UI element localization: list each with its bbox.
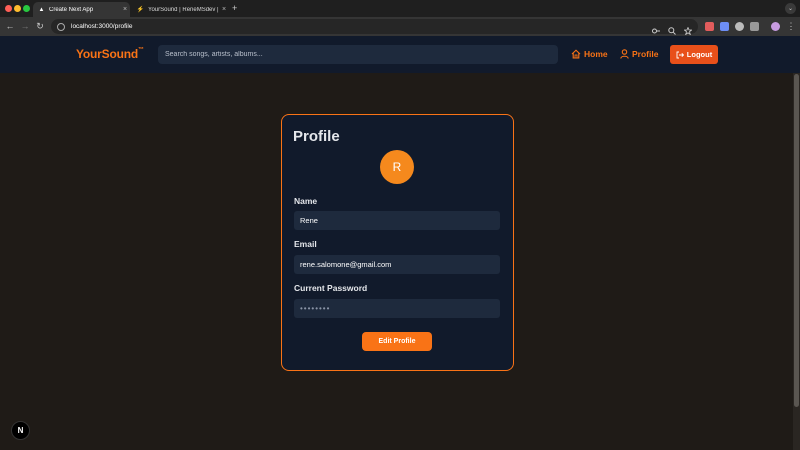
bookmark-star-icon[interactable] [683,22,693,36]
browser-tab[interactable]: ⚡ YourSound | ReneMSdev | Su... × [132,2,229,17]
nav-home-link[interactable]: Home [571,49,608,59]
search-input[interactable] [158,45,558,64]
logout-label: Logout [686,50,713,59]
vercel-icon: ⚡ [136,7,145,13]
logo-text: YourSound [76,47,138,61]
tab-title: YourSound | ReneMSdev | Su... [148,6,219,13]
home-icon [571,49,581,59]
app-logo[interactable]: YourSound™ [76,47,144,61]
nav-home-label: Home [584,49,608,59]
browser-tab-active[interactable]: ▲ Create Next App × [33,2,130,17]
zoom-icon[interactable] [668,22,676,35]
logo-trademark: ™ [137,47,144,53]
extensions-puzzle-icon[interactable] [750,22,759,31]
logout-icon [676,51,684,58]
browser-menu-icon[interactable]: ⋮ [785,20,797,32]
reload-icon[interactable]: ↻ [34,20,46,32]
site-info-icon[interactable] [57,22,65,31]
name-label: Name [294,196,318,206]
close-window-button[interactable] [5,5,12,12]
password-key-icon[interactable] [652,22,660,34]
browser-tab-bar: ▲ Create Next App × ⚡ YourSound | ReneMS… [0,0,800,17]
extension-icon[interactable] [735,22,744,31]
next-dev-tools-icon[interactable]: N [11,421,30,440]
extension-icon[interactable] [705,22,714,31]
next-triangle-icon: ▲ [38,6,45,13]
avatar: R [380,150,414,184]
minimize-window-button[interactable] [14,5,21,12]
close-tab-icon[interactable]: × [219,6,229,13]
nav-profile-label: Profile [632,49,659,59]
user-icon [620,49,629,59]
edit-profile-button[interactable]: Edit Profile [362,332,432,351]
back-arrow-icon[interactable]: ← [4,20,16,32]
email-label: Email [294,239,317,249]
forward-arrow-icon[interactable]: → [19,20,31,32]
tab-search-button[interactable]: ⌄ [785,3,796,14]
profile-avatar-icon[interactable] [771,22,780,31]
new-tab-button[interactable]: + [232,3,237,13]
name-field[interactable]: Rene [294,211,500,230]
extension-icon[interactable] [720,22,729,31]
scrollbar-thumb[interactable] [794,74,799,407]
browser-toolbar: ← → ↻ localhost:3000/profile ⋮ [0,17,800,36]
close-tab-icon[interactable]: × [120,6,130,13]
logout-button[interactable]: Logout [670,45,718,64]
url-text: localhost:3000/profile [71,23,133,30]
password-field[interactable]: •••••••• [294,299,500,318]
email-field[interactable]: rene.salomone@gmail.com [294,255,500,274]
tab-title: Create Next App [49,6,94,13]
maximize-window-button[interactable] [23,5,30,12]
address-bar[interactable]: localhost:3000/profile [51,19,698,34]
nav-profile-link[interactable]: Profile [620,49,658,59]
password-label: Current Password [294,283,368,293]
page-title: Profile [293,128,340,145]
